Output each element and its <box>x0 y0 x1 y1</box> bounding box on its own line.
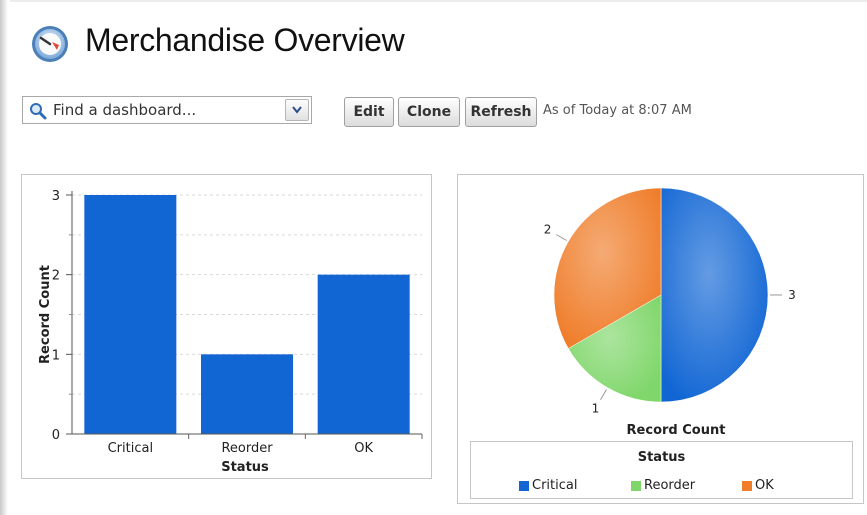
last-refreshed-text: As of Today at 8:07 AM <box>543 103 692 118</box>
legend-swatch-reorder <box>631 480 641 491</box>
pie-value-label: 2 <box>544 223 552 237</box>
y-tick-label: 0 <box>52 428 60 443</box>
chevron-down-icon <box>292 106 302 114</box>
search-input[interactable] <box>53 100 273 120</box>
pie-label-leader <box>555 234 567 241</box>
pie-legend: Status Critical Reorder OK <box>470 441 853 499</box>
legend-label-critical: Critical <box>532 478 578 493</box>
pie-slice-shine <box>661 188 768 402</box>
search-dropdown-button[interactable] <box>285 99 309 121</box>
legend-item-critical: Critical <box>519 478 577 493</box>
legend-label-reorder: Reorder <box>644 478 696 493</box>
pie-value-label: 3 <box>788 288 796 302</box>
page-title: Merchandise Overview <box>85 22 405 58</box>
x-tick-label: OK <box>354 441 373 456</box>
clone-button[interactable]: Clone <box>398 97 460 127</box>
pie-chart-panel: 3 1 2 Record Count Status Critical Reorder … <box>457 174 864 504</box>
x-tick-label: Reorder <box>221 441 273 456</box>
legend-swatch-critical <box>519 480 529 491</box>
top-rule <box>10 0 867 2</box>
bar-chart-panel: Critical Reorder OK 0 1 2 3 Status Record Count <box>21 174 432 479</box>
dashboard-gauge-icon <box>30 24 70 64</box>
y-tick-label: 3 <box>52 189 60 204</box>
legend-label-ok: OK <box>755 478 774 493</box>
x-tick-label: Critical <box>108 441 153 456</box>
left-edge-shadow <box>0 0 8 515</box>
bar-chart: Critical Reorder OK0123StatusRecord Count <box>38 189 423 475</box>
dashboard-search[interactable] <box>22 96 312 124</box>
refresh-button[interactable]: Refresh <box>465 97 537 127</box>
legend-item-ok: OK <box>742 478 774 493</box>
search-icon <box>29 102 47 120</box>
bar-ok[interactable] <box>317 274 410 434</box>
pie-chart: 3 1 2 Record Count <box>544 187 796 438</box>
pie-value-label: 1 <box>592 401 600 415</box>
legend-title: Status <box>637 450 686 465</box>
pie-label-leader <box>600 389 607 401</box>
y-axis-title: Record Count <box>38 265 53 364</box>
legend-swatch-ok <box>742 480 752 491</box>
bar-reorder[interactable] <box>201 354 293 434</box>
edit-button[interactable]: Edit <box>344 97 394 127</box>
bar-critical[interactable] <box>84 195 177 434</box>
pie-caption: Record Count <box>627 423 726 437</box>
legend-item-reorder: Reorder <box>631 478 695 493</box>
x-axis-title: Status <box>221 460 269 475</box>
